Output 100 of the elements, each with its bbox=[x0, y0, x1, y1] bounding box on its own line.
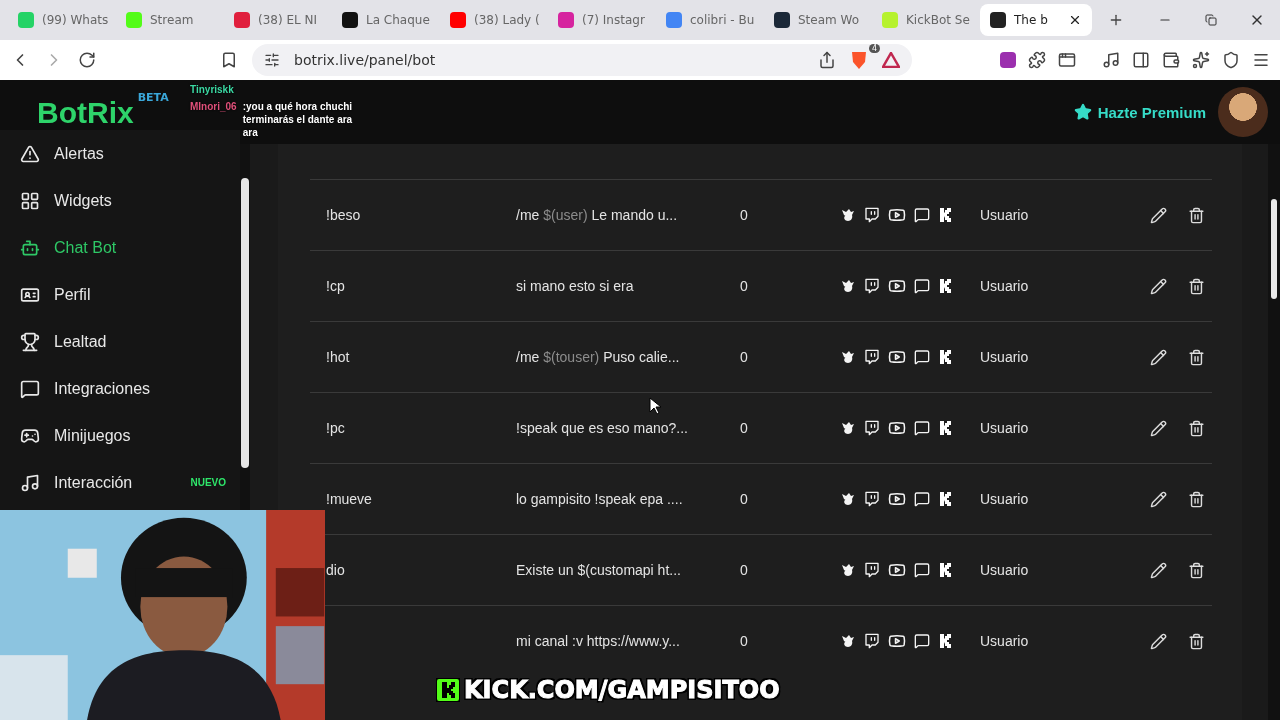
uses-cell-text: 0 bbox=[740, 207, 749, 223]
browser-tab[interactable]: The b bbox=[980, 4, 1092, 36]
command-cell-text: !cp bbox=[326, 278, 346, 294]
grid-icon bbox=[20, 190, 40, 211]
window-icon[interactable] bbox=[1058, 51, 1076, 69]
music-icon[interactable] bbox=[1102, 51, 1120, 69]
site-icon bbox=[774, 12, 790, 28]
scrollbar-thumb[interactable] bbox=[241, 178, 249, 468]
extensions-icon[interactable] bbox=[1028, 51, 1046, 69]
browser-tab[interactable]: La Chaque bbox=[332, 4, 438, 36]
trash-icon bbox=[1188, 632, 1205, 650]
browser-tab[interactable]: (7) Instagr bbox=[548, 4, 654, 36]
role-cell-text: Usuario bbox=[980, 278, 1030, 294]
uses-cell-text: 0 bbox=[740, 349, 749, 365]
close-icon[interactable] bbox=[1068, 13, 1082, 27]
trash-icon bbox=[1188, 561, 1205, 579]
twitch-icon bbox=[864, 633, 880, 649]
twitch-icon bbox=[864, 349, 880, 365]
kick-icon bbox=[938, 420, 954, 436]
twitch-icon bbox=[864, 207, 880, 223]
sidebar-item[interactable]: Perfil bbox=[20, 271, 240, 318]
sidebar-item[interactable]: Chat Bot bbox=[20, 224, 240, 271]
response-cell-text: Existe un $(customapi ht... bbox=[516, 562, 682, 578]
new-tab-icon[interactable] bbox=[1108, 12, 1124, 28]
lion-shield-icon[interactable] bbox=[850, 50, 868, 70]
role-cell-text: Usuario bbox=[980, 349, 1030, 365]
kick-icon bbox=[938, 349, 954, 365]
sidebar-item[interactable]: Lealtad bbox=[20, 318, 240, 365]
response-cell-text: lo gampisito !speak epa .... bbox=[516, 491, 684, 507]
restore-icon bbox=[1205, 14, 1217, 26]
sidebar-item[interactable]: Alertas bbox=[20, 130, 240, 177]
response-cell-text: /me $(touser) Puso calie... bbox=[516, 349, 681, 365]
pencil-icon bbox=[1150, 348, 1167, 366]
wallet-icon[interactable] bbox=[1162, 51, 1180, 69]
menu-icon[interactable] bbox=[1252, 51, 1270, 69]
site-icon bbox=[882, 12, 898, 28]
chat-message: terminarás el dante ara bbox=[242, 114, 353, 125]
scrollbar-thumb[interactable] bbox=[1271, 199, 1277, 299]
site-icon bbox=[990, 12, 1006, 28]
sidebar-icon[interactable] bbox=[1132, 51, 1150, 69]
youtube-icon bbox=[888, 348, 906, 366]
browser-tab[interactable]: (38) Lady ( bbox=[440, 4, 546, 36]
premium-link[interactable]: Hazte Premium bbox=[1073, 103, 1206, 121]
avatar[interactable] bbox=[1218, 87, 1268, 137]
youtube-icon bbox=[888, 490, 906, 508]
sparkle-icon[interactable] bbox=[1192, 51, 1210, 69]
command-cell-text: !beso bbox=[326, 207, 362, 223]
sidebar-item[interactable]: Interacción NUEVO bbox=[20, 459, 240, 506]
chat-message: ara bbox=[242, 127, 258, 138]
triangle-icon[interactable] bbox=[882, 52, 900, 68]
site-icon bbox=[234, 12, 250, 28]
command-cell-text: !mueve bbox=[326, 491, 373, 507]
role-cell-text: Usuario bbox=[980, 633, 1030, 649]
trash-icon bbox=[1188, 419, 1205, 437]
youtube-icon bbox=[888, 277, 906, 295]
warning-icon bbox=[20, 143, 40, 164]
command-cell-text: !hot bbox=[326, 349, 351, 365]
music-icon bbox=[20, 472, 40, 493]
chat-icon bbox=[914, 420, 930, 436]
channel-address: KICK.COM/GAMPISITOO bbox=[464, 676, 780, 704]
browser-tab[interactable]: (38) EL NI bbox=[224, 4, 330, 36]
sidebar-item[interactable]: Integraciones bbox=[20, 365, 240, 412]
twitch-icon bbox=[864, 278, 880, 294]
new-label: NUEVO bbox=[190, 477, 226, 488]
site-icon bbox=[666, 12, 682, 28]
chat-message: :you a qué hora chuchi bbox=[242, 101, 353, 112]
sidebar-item[interactable]: Widgets bbox=[20, 177, 240, 224]
browser-tab[interactable]: Steam Wo bbox=[764, 4, 870, 36]
pencil-icon bbox=[1150, 632, 1167, 650]
chat-username: MInori_06 bbox=[190, 101, 237, 112]
trash-icon bbox=[1188, 348, 1205, 366]
browser-tab[interactable]: Stream bbox=[116, 4, 222, 36]
uses-cell-text: 0 bbox=[740, 633, 749, 649]
address-field[interactable]: botrix.live/panel/bot 4 bbox=[252, 44, 912, 76]
site-icon bbox=[126, 12, 142, 28]
site-settings-icon[interactable] bbox=[264, 52, 280, 68]
role-cell-text: Usuario bbox=[980, 562, 1030, 578]
pencil-icon bbox=[1150, 490, 1167, 508]
extension-icon[interactable] bbox=[1000, 52, 1016, 68]
share-icon[interactable] bbox=[818, 51, 836, 69]
logo[interactable]: BotRix bbox=[37, 98, 134, 128]
shield-icon[interactable] bbox=[1222, 51, 1240, 69]
reload-icon[interactable] bbox=[78, 51, 96, 69]
uses-cell-text: 0 bbox=[740, 562, 749, 578]
trophy-icon bbox=[20, 331, 40, 352]
site-icon bbox=[18, 12, 34, 28]
chat-icon bbox=[914, 633, 930, 649]
kick-icon bbox=[938, 207, 954, 223]
browser-tab[interactable]: KickBot Se bbox=[872, 4, 978, 36]
sidebar-item[interactable]: Minijuegos bbox=[20, 412, 240, 459]
url-text: botrix.live/panel/bot bbox=[294, 52, 437, 68]
uses-cell-text: 0 bbox=[740, 420, 749, 436]
role-cell-text: Usuario bbox=[980, 491, 1030, 507]
bookmark-icon[interactable] bbox=[220, 51, 238, 69]
twitch-icon bbox=[864, 562, 880, 578]
chat-icon bbox=[914, 207, 930, 223]
kick-icon bbox=[938, 562, 954, 578]
browser-tab[interactable]: colibri - Bu bbox=[656, 4, 762, 36]
browser-tab[interactable]: (99) Whats bbox=[8, 4, 114, 36]
chat-username: Tinyriskk bbox=[190, 84, 234, 95]
